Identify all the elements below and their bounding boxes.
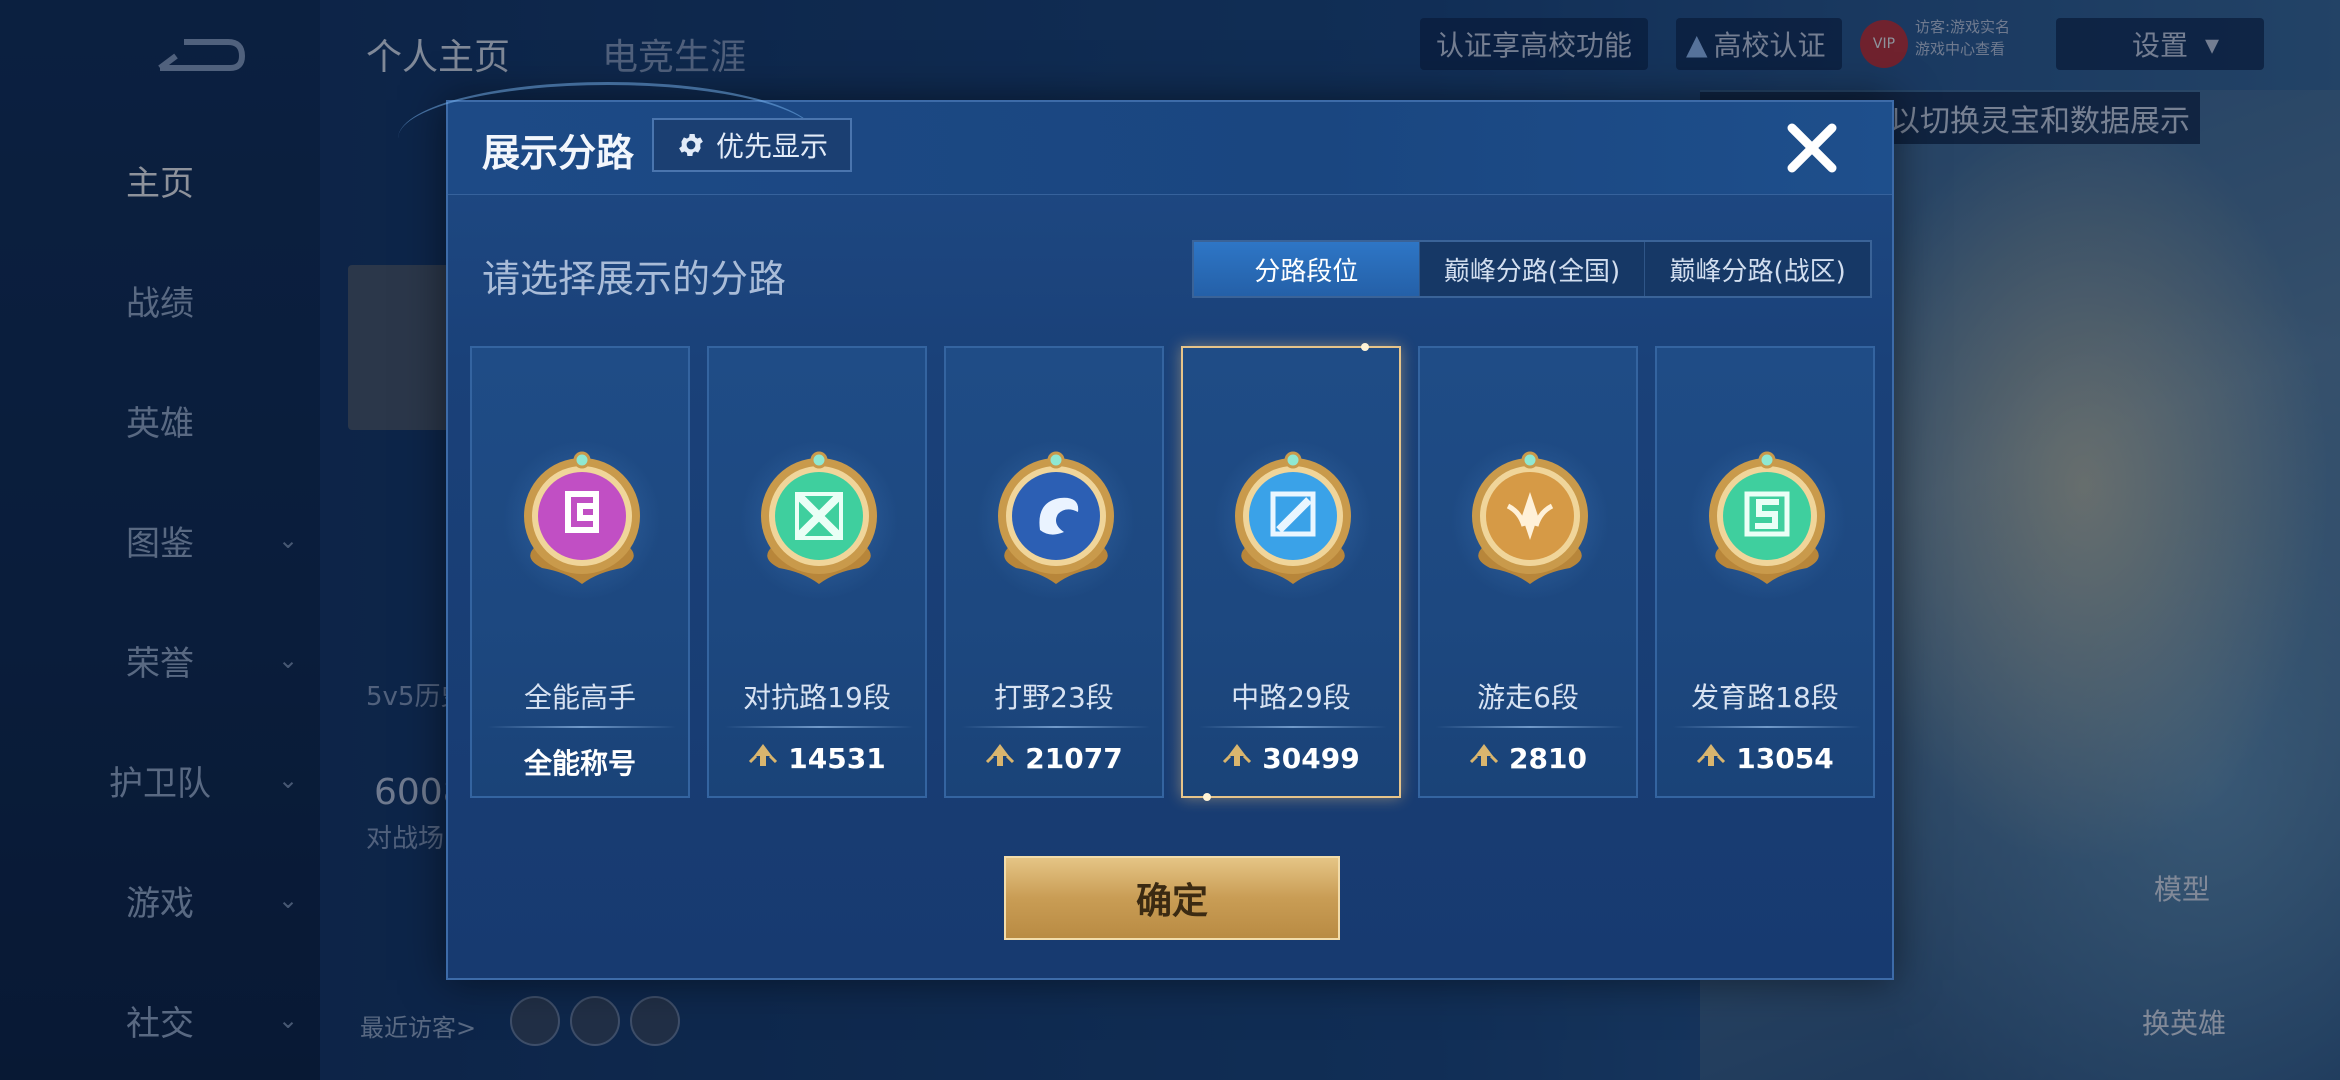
lane-card[interactable]: 发育路18段 13054 [1655, 346, 1875, 798]
proficiency-icon [748, 742, 778, 775]
confirm-button[interactable]: 确定 [1004, 856, 1340, 940]
proficiency-icon [985, 742, 1015, 775]
gear-icon [679, 134, 703, 156]
tab-lane-rank[interactable]: 分路段位 [1194, 242, 1420, 296]
priority-display-label: 优先显示 [715, 130, 828, 163]
proficiency-icon [1222, 742, 1252, 775]
lane-tabs: 分路段位 巅峰分路(全国) 巅峰分路(战区) [1192, 240, 1872, 298]
farm-lane-emblem-icon [1701, 446, 1833, 586]
proficiency-icon [1696, 742, 1726, 775]
divider [1673, 726, 1861, 728]
divider [725, 726, 913, 728]
score-value: 2810 [1509, 742, 1587, 775]
lane-card[interactable]: 打野23段 21077 [944, 346, 1164, 798]
close-icon [1787, 123, 1837, 173]
lane-name: 中路29段 [1231, 681, 1351, 714]
divider [1436, 726, 1624, 728]
lane-card[interactable]: 游走6段 2810 [1418, 346, 1638, 798]
jungle-emblem-icon [990, 446, 1122, 586]
score-value: 30499 [1262, 742, 1360, 775]
tab-peak-lane-region[interactable]: 巅峰分路(战区) [1645, 242, 1870, 296]
footer-label: 全能称号 [523, 747, 636, 780]
priority-display-button[interactable]: 优先显示 [652, 118, 852, 172]
mid-lane-emblem-icon [1227, 446, 1359, 586]
divider [488, 726, 676, 728]
lane-score: 13054 [1657, 742, 1873, 775]
lane-name: 打野23段 [994, 681, 1114, 714]
lane-score: 21077 [946, 742, 1162, 775]
close-button[interactable] [1780, 116, 1844, 180]
divider [962, 726, 1150, 728]
lane-name: 发育路18段 [1691, 681, 1839, 714]
lane-display-dialog: 展示分路 优先显示 请选择展示的分路 分路段位 巅峰分路(全国) 巅峰分路(战区… [398, 82, 1894, 980]
lane-score: 14531 [709, 742, 925, 775]
lane-cards: 全能高手 全能称号 对抗路19段 14531 打野23段 21077 中路29段 30499 游… [470, 343, 1880, 801]
lane-name: 对抗路19段 [743, 681, 891, 714]
score-value: 14531 [788, 742, 886, 775]
divider [1199, 726, 1387, 728]
lane-name: 全能高手 [523, 681, 636, 714]
lane-name: 游走6段 [1477, 681, 1579, 714]
dialog-subtitle: 请选择展示的分路 [482, 257, 787, 301]
lane-score: 2810 [1420, 742, 1636, 775]
lane-card[interactable]: 全能高手 全能称号 [470, 346, 690, 798]
proficiency-icon [1469, 742, 1499, 775]
lane-card[interactable]: 对抗路19段 14531 [707, 346, 927, 798]
lane-score: 30499 [1183, 742, 1399, 775]
dialog-header: 展示分路 优先显示 [398, 82, 1892, 195]
all-round-emblem-icon [516, 446, 648, 586]
tab-peak-lane-national[interactable]: 巅峰分路(全国) [1420, 242, 1646, 296]
score-value: 21077 [1025, 742, 1123, 775]
score-value: 13054 [1736, 742, 1834, 775]
selection-spark [1361, 343, 1369, 351]
lane-card[interactable]: 中路29段 30499 [1181, 343, 1401, 801]
roam-emblem-icon [1464, 446, 1596, 586]
dialog-title: 展示分路 [482, 131, 635, 175]
lane-score: 全能称号 [472, 742, 688, 782]
clash-lane-emblem-icon [753, 446, 885, 586]
selection-spark [1203, 793, 1211, 801]
